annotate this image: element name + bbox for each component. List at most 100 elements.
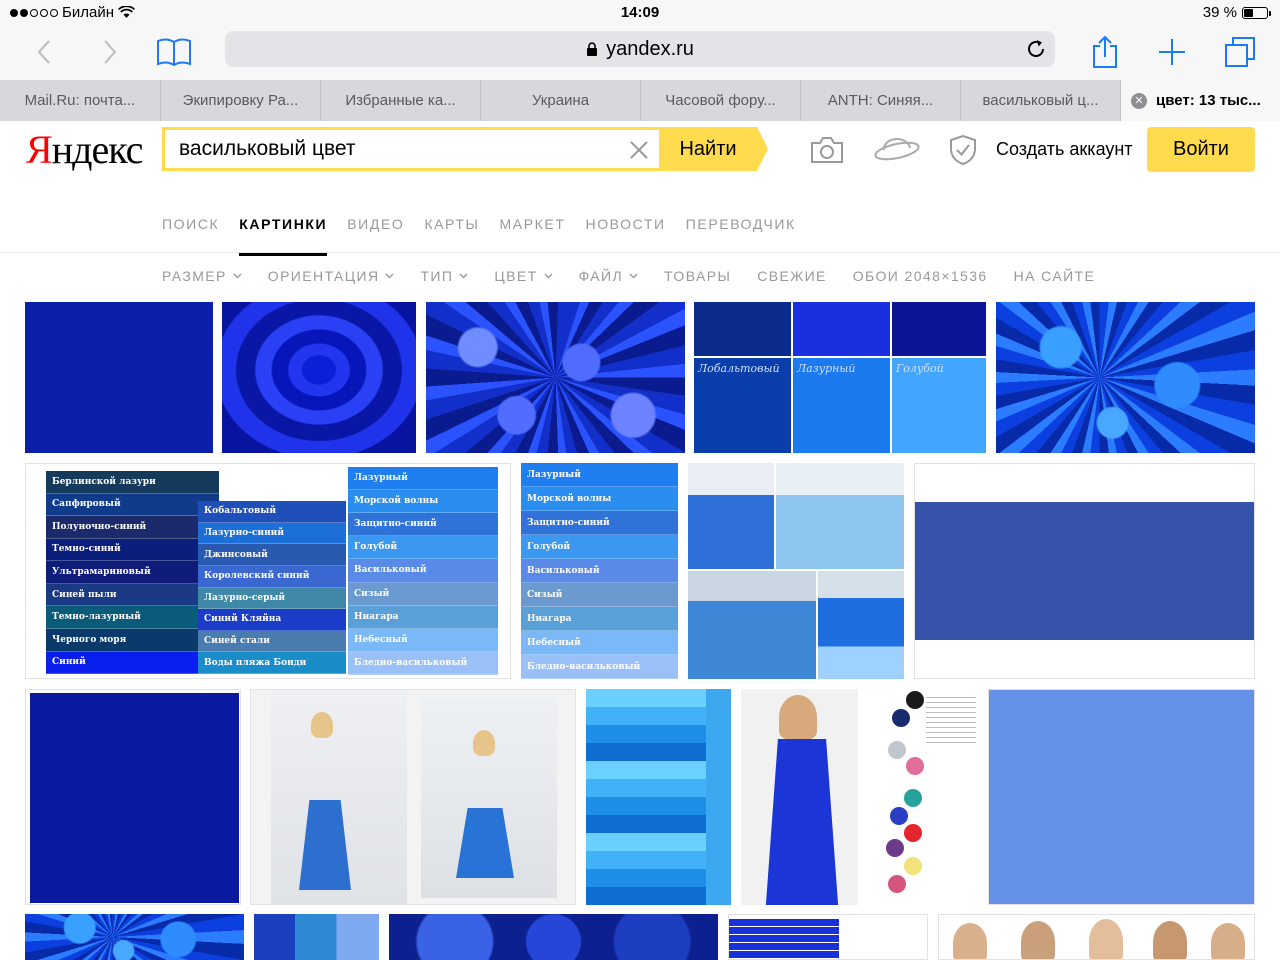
image-result[interactable]: [25, 302, 213, 453]
palette-swatch: Синий: [46, 651, 219, 675]
filter-item[interactable]: ТОВАРЫ: [664, 268, 731, 284]
browser-tab[interactable]: Украина: [480, 80, 640, 121]
browser-tab[interactable]: Часовой фору...: [640, 80, 800, 121]
yandex-logo[interactable]: Яндекс: [26, 126, 143, 173]
create-account-link[interactable]: Создать аккаунт: [996, 139, 1133, 160]
service-tab[interactable]: ВИДЕО: [347, 216, 404, 256]
palette-swatch: Ниагара: [348, 605, 498, 629]
image-result[interactable]: [996, 302, 1255, 453]
palette-column: Лазурный Морской волны Защитно-синий Голубо…: [348, 467, 498, 675]
reload-icon[interactable]: [1025, 38, 1047, 60]
tabs-icon: [1225, 37, 1255, 67]
palette-column: Берлинской лазури Сапфировый Полуночно-син…: [46, 471, 219, 675]
search-input[interactable]: [165, 130, 659, 168]
service-tab[interactable]: ПЕРЕВОДЧИК: [686, 216, 796, 256]
browser-tab[interactable]: ANTH: Синяя...: [800, 80, 960, 121]
image-result[interactable]: [426, 302, 685, 453]
palette-swatch: Лазурно-серый: [198, 587, 346, 610]
image-result[interactable]: [586, 689, 731, 905]
search-button[interactable]: Найти: [659, 127, 768, 171]
palette-swatch: Синей пыли: [46, 583, 219, 607]
chevron-down-icon: [459, 273, 468, 279]
forward-button[interactable]: [90, 32, 130, 72]
search-form: Найти: [162, 127, 768, 171]
clear-icon[interactable]: [627, 138, 651, 162]
filter-item[interactable]: СВЕЖИЕ: [757, 268, 827, 284]
browser-tab[interactable]: Mail.Ru: почта...: [0, 80, 160, 121]
palette-swatch: Васильковый: [348, 559, 498, 583]
alice-button[interactable]: [872, 132, 922, 168]
browser-tab[interactable]: васильковый ц...: [960, 80, 1120, 121]
filter-item[interactable]: ОБОИ 2048×1536: [853, 268, 988, 284]
image-result[interactable]: [222, 302, 416, 453]
close-tab-icon[interactable]: ✕: [1131, 92, 1147, 109]
palette-swatch: Ультрамариновый: [46, 561, 219, 584]
tab-title: цвет: 13 тыс...: [1156, 92, 1261, 109]
palette-swatch: Воды пляжа Бонди: [198, 652, 346, 674]
address-bar[interactable]: yandex.ru: [225, 31, 1055, 67]
camera-icon: [811, 137, 843, 163]
palette-column: Кобальтовый Лазурно-синий Джинсовый Королев…: [198, 501, 346, 674]
new-tab-button[interactable]: [1152, 32, 1192, 72]
service-tab[interactable]: КАРТЫ: [424, 216, 479, 256]
image-result[interactable]: [250, 689, 576, 905]
filter-label: НА САЙТЕ: [1013, 268, 1096, 284]
service-tab[interactable]: КАРТИНКИ: [239, 216, 328, 256]
saturn-icon: [874, 138, 920, 161]
image-result[interactable]: Лазурный Морской волны Защитно-синий Голубо…: [521, 463, 678, 679]
palette-swatch: Голубой: [348, 536, 498, 560]
swatch-label: Лобальтовый: [698, 362, 780, 375]
share-button[interactable]: [1085, 32, 1125, 72]
filters-bar: РАЗМЕР ОРИЕНТАЦИЯ ТИП ЦВЕТ ФАЙЛ ТОВАРЫ СВЕЖИЕ О…: [162, 268, 1095, 284]
service-tab[interactable]: МАРКЕТ: [500, 216, 566, 256]
browser-tab[interactable]: ✕ цвет: 13 тыс...: [1120, 80, 1280, 121]
palette-swatch: Темно-лазурный: [46, 606, 219, 629]
image-result[interactable]: [25, 689, 241, 905]
filter-item[interactable]: ФАЙЛ: [579, 268, 639, 284]
filter-label: ТОВАРЫ: [664, 268, 732, 284]
filter-item[interactable]: ЦВЕТ: [494, 268, 553, 284]
back-button[interactable]: [24, 32, 64, 72]
image-result[interactable]: [868, 689, 979, 905]
browser-tab[interactable]: Избранные ка...: [320, 80, 480, 121]
service-tab[interactable]: ПОИСК: [162, 216, 219, 256]
palette-column: Лазурный Морской волны Защитно-синий Голубо…: [521, 463, 678, 679]
filter-item[interactable]: НА САЙТЕ: [1014, 268, 1096, 284]
login-button[interactable]: Войти: [1147, 127, 1255, 172]
chevron-left-icon: [37, 40, 50, 64]
image-search-button[interactable]: [808, 132, 846, 168]
image-result[interactable]: [988, 689, 1255, 905]
protect-button[interactable]: [948, 132, 978, 168]
shield-check-icon: [950, 134, 976, 166]
image-result[interactable]: [741, 689, 858, 905]
image-result[interactable]: Лобальтовый Лазурный Голубой: [694, 302, 986, 453]
tabs-button[interactable]: [1220, 32, 1260, 72]
share-icon: [1093, 35, 1117, 68]
browser-tab[interactable]: Экипировку Ра...: [160, 80, 320, 121]
image-result[interactable]: [389, 914, 718, 960]
filter-item[interactable]: РАЗМЕР: [162, 268, 242, 284]
image-result[interactable]: Берлинской лазури Сапфировый Полуночно-син…: [25, 463, 511, 679]
image-result[interactable]: [914, 463, 1255, 679]
palette-swatch: Лазурный: [521, 463, 678, 487]
image-result[interactable]: [254, 914, 379, 960]
bookmarks-button[interactable]: [154, 32, 194, 72]
tab-title: Часовой фору...: [665, 92, 776, 109]
image-result[interactable]: [25, 914, 244, 960]
palette-swatch: Кобальтовый: [198, 501, 346, 523]
image-result[interactable]: [938, 914, 1255, 960]
tab-title: Экипировку Ра...: [182, 92, 299, 109]
filter-label: ТИП: [420, 268, 454, 284]
filter-item[interactable]: ОРИЕНТАЦИЯ: [268, 268, 395, 284]
palette-swatch: Черного моря: [46, 628, 219, 652]
image-result[interactable]: [728, 914, 928, 960]
chevron-down-icon: [385, 273, 394, 279]
palette-swatch: Лазурный: [348, 467, 498, 491]
image-result[interactable]: [688, 463, 904, 679]
swatch-label: Голубой: [896, 362, 944, 375]
divider: [0, 252, 1280, 253]
lock-icon: [587, 41, 598, 56]
filter-item[interactable]: ТИП: [420, 268, 468, 284]
services-nav: ПОИСК КАРТИНКИ ВИДЕО КАРТЫ МАРКЕТ НОВОСТИ ПЕРЕ…: [162, 216, 796, 256]
service-tab[interactable]: НОВОСТИ: [585, 216, 665, 256]
